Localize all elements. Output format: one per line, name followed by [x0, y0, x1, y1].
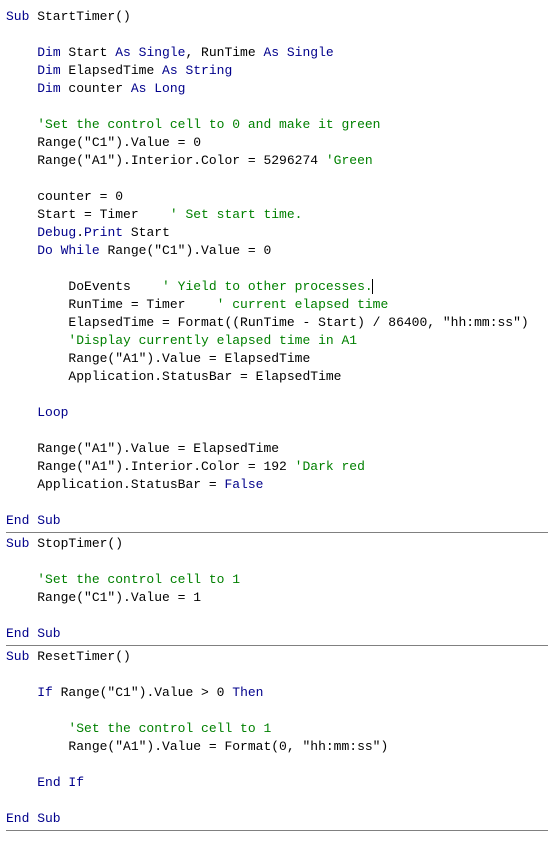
code: Range("C1").Value = 0: [100, 243, 272, 258]
keyword: As Long: [131, 81, 186, 96]
keyword: Dim: [37, 81, 60, 96]
keyword: As String: [162, 63, 232, 78]
code-block: Sub StartTimer() Dim Start As Single, Ru…: [6, 8, 548, 831]
code: ElapsedTime = Format((RunTime - Start) /…: [68, 315, 528, 330]
keyword: End If: [37, 775, 84, 790]
code: counter: [61, 81, 131, 96]
keyword: If: [37, 685, 53, 700]
code: ResetTimer(): [29, 649, 130, 664]
keyword: Loop: [37, 405, 68, 420]
comment: ' Set start time.: [170, 207, 303, 222]
keyword: Then: [232, 685, 263, 700]
code: Range("A1").Value = ElapsedTime: [68, 351, 310, 366]
code: Application.StatusBar =: [37, 477, 224, 492]
keyword: False: [224, 477, 263, 492]
code: counter = 0: [37, 189, 123, 204]
code: , RunTime: [185, 45, 263, 60]
keyword: As Single: [115, 45, 185, 60]
comment: 'Set the control cell to 0 and make it g…: [37, 117, 380, 132]
code: Start = Timer: [37, 207, 170, 222]
code: Range("A1").Interior.Color = 5296274: [37, 153, 326, 168]
comment: 'Green: [326, 153, 373, 168]
comment: 'Set the control cell to 1: [37, 572, 240, 587]
keyword: Sub: [6, 9, 29, 24]
keyword: Sub: [6, 536, 29, 551]
code: Range("C1").Value > 0: [53, 685, 232, 700]
comment: ' current elapsed time: [217, 297, 389, 312]
keyword: End Sub: [6, 811, 61, 826]
keyword: Print: [84, 225, 123, 240]
code: DoEvents: [68, 279, 162, 294]
comment: ' Yield to other processes.: [162, 279, 373, 294]
text-cursor: [372, 279, 373, 294]
keyword: Do While: [37, 243, 99, 258]
keyword: Dim: [37, 45, 60, 60]
keyword: As Single: [263, 45, 333, 60]
code: StopTimer(): [29, 536, 123, 551]
separator: [6, 532, 548, 533]
separator: [6, 645, 548, 646]
code: RunTime = Timer: [68, 297, 216, 312]
code: Range("C1").Value = 0: [37, 135, 201, 150]
code: Range("A1").Value = Format(0, "hh:mm:ss"…: [68, 739, 388, 754]
code: .: [76, 225, 84, 240]
keyword: Debug: [37, 225, 76, 240]
keyword: End Sub: [6, 513, 61, 528]
code: Application.StatusBar = ElapsedTime: [68, 369, 341, 384]
code: Range("A1").Value = ElapsedTime: [37, 441, 279, 456]
separator: [6, 830, 548, 831]
comment: 'Set the control cell to 1: [68, 721, 271, 736]
code: Start: [61, 45, 116, 60]
code: StartTimer(): [29, 9, 130, 24]
code: ElapsedTime: [61, 63, 162, 78]
comment: 'Display currently elapsed time in A1: [68, 333, 357, 348]
code: Start: [123, 225, 170, 240]
keyword: End Sub: [6, 626, 61, 641]
comment: 'Dark red: [295, 459, 365, 474]
keyword: Dim: [37, 63, 60, 78]
code: Range("A1").Interior.Color = 192: [37, 459, 294, 474]
keyword: Sub: [6, 649, 29, 664]
code: Range("C1").Value = 1: [37, 590, 201, 605]
